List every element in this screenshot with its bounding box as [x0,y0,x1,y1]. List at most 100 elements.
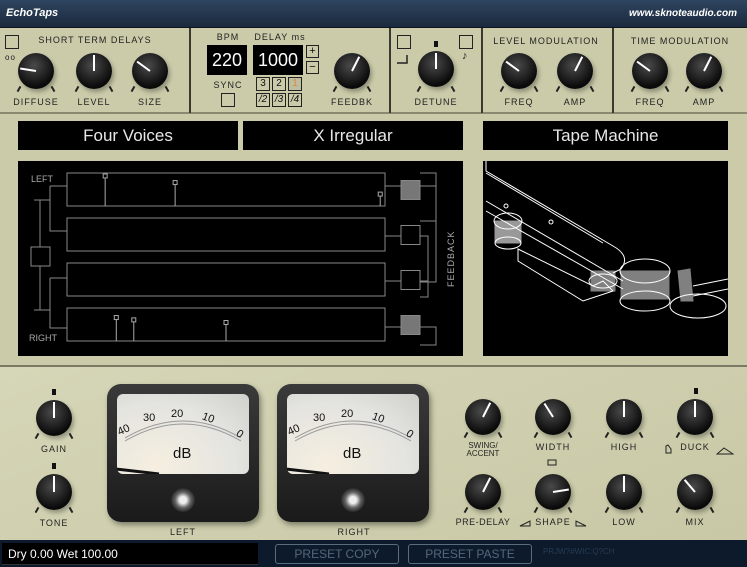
swing-accent-label: SWING/ACCENT [453,442,513,458]
swing-accent-knob[interactable] [465,399,501,435]
divider-2-button[interactable]: /2 [256,93,270,107]
divider [481,28,483,113]
bpm-label: BPM [216,32,240,42]
character-preset-selector[interactable]: Tape Machine [483,121,728,150]
short-term-toggle[interactable] [5,35,19,49]
sync-label: SYNC [213,80,243,90]
knob-ticks [602,432,646,442]
knob-ticks [128,86,172,96]
diffuse-label: DIFFUSE [13,97,59,107]
dry-wet-readout: Dry 0.00 Wet 100.00 [2,543,258,565]
size-knob[interactable] [132,53,168,89]
time-mod-freq-knob[interactable] [632,53,668,89]
level-knob[interactable] [76,53,112,89]
input-routing [30,185,67,329]
tap-handle[interactable] [131,317,137,323]
bpm-display[interactable]: 220 [207,45,247,75]
meter-face: 40 30 20 10 0 dB [279,394,419,476]
character-image-panel [483,161,729,356]
short-term-delays-title: SHORT TERM DELAYS [38,35,152,45]
scale-0: 0 [234,427,246,440]
tone-knob[interactable] [36,474,72,510]
voices-preset-selector[interactable]: Four Voices [18,121,238,150]
mix-knob[interactable] [677,474,713,510]
multiplier-2-button[interactable]: 2 [272,77,286,91]
tap-handle[interactable] [172,180,178,186]
divider-3-button[interactable]: /3 [272,93,286,107]
multiplier-1-button[interactable]: 1 [288,77,302,91]
right-channel-label: RIGHT [29,333,58,343]
right-vu-meter: 40 30 20 10 0 dB [277,384,429,522]
meter-scale: 40 30 20 10 0 dB [279,408,416,476]
zero-adjust-screw[interactable] [171,488,195,512]
title-bar: EchoTaps www.sknoteaudio.com [0,0,747,28]
feedback-toggle-2[interactable] [400,225,421,245]
high-label: HIGH [610,442,638,452]
right-meter-label: RIGHT [337,527,371,537]
sync-toggle[interactable] [221,93,235,107]
slow-release-icon [716,447,734,455]
center-marker [694,388,698,394]
zero-adjust-screw[interactable] [341,488,365,512]
delay-line-2[interactable] [66,217,386,252]
pre-delay-knob[interactable] [465,474,501,510]
knob-ticks [330,86,374,96]
taps-diagram[interactable]: LEFT RIGHT FEEDBACK [18,161,463,356]
tape-machine-illustration [485,161,729,319]
delay-line-3[interactable] [66,262,386,297]
gain-knob[interactable] [36,400,72,436]
pattern-preset-selector[interactable]: X Irregular [243,121,463,150]
duck-knob[interactable] [677,399,713,435]
tap-handle[interactable] [223,320,229,325]
level-mod-amp-knob[interactable] [557,53,593,89]
shape-knob[interactable] [535,474,571,510]
meter-face: 40 30 20 10 0 dB [109,394,249,476]
divider [389,28,391,113]
feedback-toggle-4[interactable] [400,315,421,335]
low-knob[interactable] [606,474,642,510]
delay-line-1[interactable] [66,172,386,207]
scale-30: 30 [313,412,325,424]
delay-decrease-button[interactable]: − [306,61,319,74]
center-marker [52,389,56,395]
delay-increase-button[interactable]: + [306,45,319,58]
detune-note-toggle[interactable] [459,35,473,49]
divider-4-button[interactable]: /4 [288,93,302,107]
multiplier-3-button[interactable]: 3 [256,77,270,91]
knob-ticks [531,507,575,517]
feedback-toggle-3[interactable] [400,270,421,290]
meter-unit: dB [343,445,361,462]
meter-needle [279,466,330,476]
scale-10: 10 [370,410,386,425]
detune-knob[interactable] [418,51,454,87]
tap-handle[interactable] [113,315,119,321]
feedback-toggle-1[interactable] [400,180,421,200]
time-modulation-title: TIME MODULATION [630,36,730,46]
preset-paste-button[interactable]: PRESET PASTE [408,544,532,564]
knob-ticks [414,86,458,96]
knob-ticks [531,432,575,442]
level-mod-amp-label: AMP [563,97,587,107]
time-mod-amp-knob[interactable] [686,53,722,89]
knob-ticks [673,507,717,517]
website-link[interactable]: www.sknoteaudio.com [629,8,737,19]
low-label: LOW [612,517,636,527]
level-mod-freq-knob[interactable] [501,53,537,89]
preset-copy-button[interactable]: PRESET COPY [275,544,399,564]
high-knob[interactable] [606,399,642,435]
tap-handle[interactable] [377,191,383,197]
tap-handle[interactable] [102,173,108,179]
diffuse-knob[interactable] [18,53,54,89]
shape-label: SHAPE [535,517,571,527]
knob-ticks [32,507,76,517]
delay-ms-display[interactable]: 1000 [253,45,303,75]
width-knob[interactable] [535,399,571,435]
detune-step-toggle[interactable] [397,35,411,49]
preset-code: PRJW?#WIC:Q?CH [543,547,615,556]
level-label: LEVEL [77,97,111,107]
time-mod-freq-label: FREQ [635,97,665,107]
feedback-knob[interactable] [334,53,370,89]
accent-label: ACCENT [466,449,500,458]
center-marker [52,463,56,469]
level-mod-freq-label: FREQ [504,97,534,107]
